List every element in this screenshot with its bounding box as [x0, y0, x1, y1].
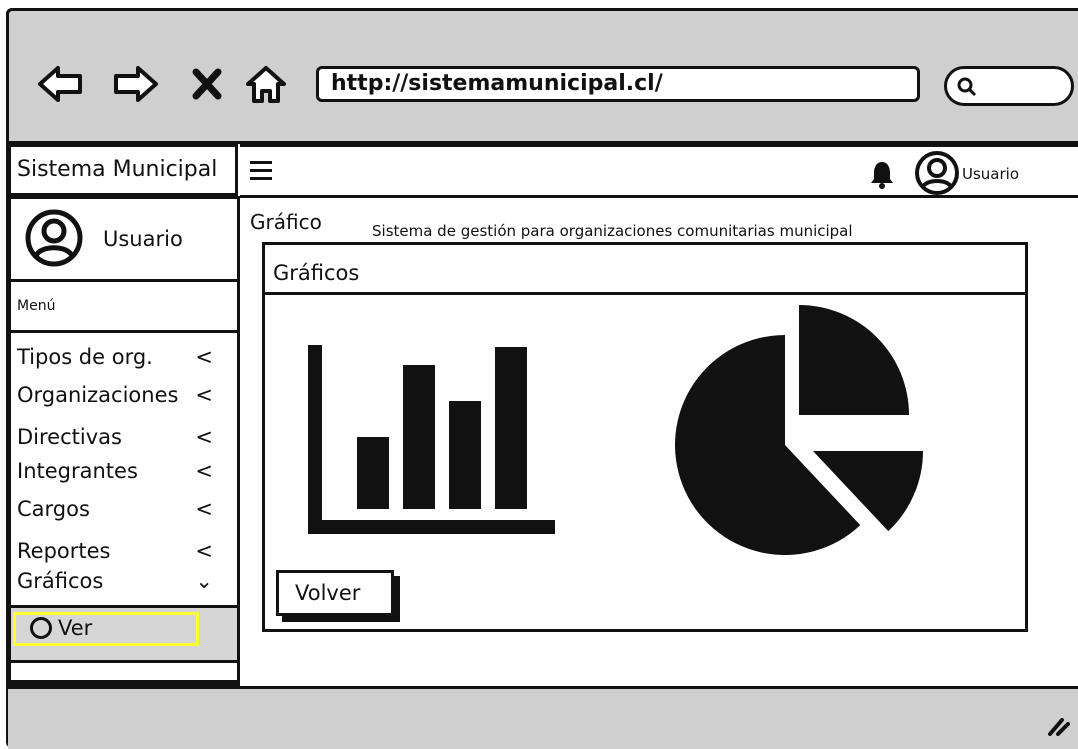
- chevron-down-icon: ⌄: [195, 569, 213, 593]
- sidebar-item-reportes[interactable]: Reportes <: [17, 539, 227, 563]
- sidebar-footer: [11, 663, 237, 683]
- sidebar-item-directivas[interactable]: Directivas <: [17, 425, 227, 449]
- chevron-left-icon: <: [195, 459, 213, 483]
- resize-grip-icon[interactable]: [1040, 706, 1070, 736]
- chevron-left-icon: <: [195, 497, 213, 521]
- address-bar[interactable]: http://sistemamunicipal.cl/: [316, 66, 920, 102]
- sidebar-item-label: Integrantes: [17, 459, 138, 483]
- app-brand: Sistema Municipal: [8, 144, 238, 196]
- menu-header: Menú: [11, 279, 237, 333]
- bar-3: [449, 401, 481, 509]
- app-topbar: Usuario: [240, 144, 1078, 198]
- chevron-left-icon: <: [195, 345, 213, 369]
- address-url: http://sistemamunicipal.cl/: [331, 71, 663, 96]
- forward-arrow-icon[interactable]: [112, 64, 160, 104]
- submenu-item-label: Ver: [58, 616, 93, 640]
- sidebar-item-label: Reportes: [17, 539, 111, 563]
- bar-1: [357, 437, 389, 509]
- home-icon[interactable]: [244, 64, 288, 104]
- sidebar-item-label: Tipos de org.: [17, 345, 153, 369]
- avatar-icon[interactable]: [914, 151, 960, 195]
- bar-2: [403, 365, 435, 509]
- sidebar-item-label: Organizaciones: [17, 383, 179, 407]
- sidebar-item-organizaciones[interactable]: Organizaciones <: [17, 383, 227, 407]
- sidebar-item-cargos[interactable]: Cargos <: [17, 497, 227, 521]
- sidebar-item-integrantes[interactable]: Integrantes <: [17, 459, 227, 483]
- bar-4: [495, 347, 527, 509]
- sidebar-item-tipos-de-org[interactable]: Tipos de org. <: [17, 345, 227, 369]
- hamburger-menu-icon[interactable]: [250, 161, 272, 183]
- page-subtitle: Sistema de gestión para organizaciones c…: [372, 222, 853, 240]
- graficos-submenu: Ver: [11, 605, 237, 663]
- sidebar-item-label: Cargos: [17, 497, 90, 521]
- topbar-username[interactable]: Usuario: [962, 165, 1019, 183]
- panel-title: Gráficos: [265, 245, 1025, 295]
- back-button[interactable]: Volver: [276, 570, 394, 616]
- chevron-left-icon: <: [195, 425, 213, 449]
- page-title: Gráfico: [250, 210, 322, 234]
- browser-search-field[interactable]: [944, 66, 1074, 106]
- chevron-left-icon: <: [195, 539, 213, 563]
- bell-icon[interactable]: [868, 159, 896, 189]
- submenu-item-ver[interactable]: Ver: [13, 612, 199, 646]
- sidebar: Usuario Menú Tipos de org. < Organizacio…: [8, 196, 240, 686]
- sidebar-item-label: Gráficos: [17, 569, 104, 593]
- sidebar-item-label: Directivas: [17, 425, 122, 449]
- back-arrow-icon[interactable]: [36, 64, 84, 104]
- sidebar-user-panel: Usuario: [11, 199, 237, 282]
- radio-circle-icon: [30, 616, 52, 639]
- pie-slice-1: [799, 305, 909, 415]
- chevron-left-icon: <: [195, 383, 213, 407]
- user-avatar-icon: [25, 209, 83, 267]
- sidebar-item-graficos[interactable]: Gráficos ⌄: [17, 569, 227, 593]
- stop-icon[interactable]: [190, 64, 224, 104]
- sidebar-user-name: Usuario: [103, 227, 183, 251]
- search-icon: [957, 77, 977, 97]
